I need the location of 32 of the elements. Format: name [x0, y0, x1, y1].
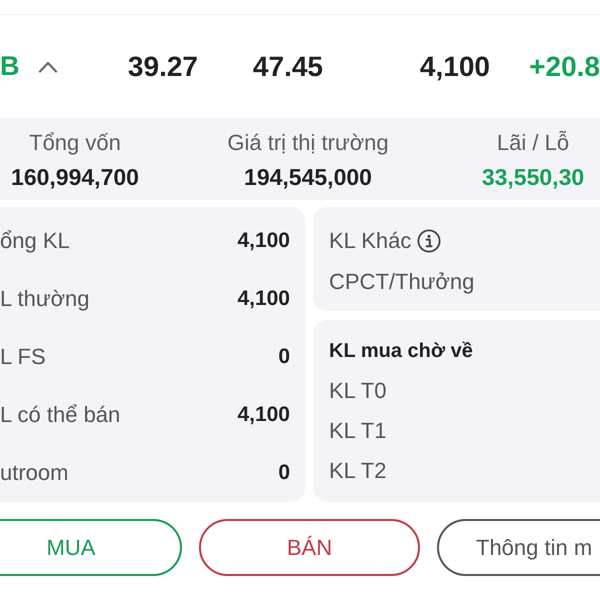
buy-button[interactable]: MUA [0, 519, 182, 576]
volume-value: 4,100 [237, 229, 290, 253]
other-volume-label: CPCT/Thưởng [329, 268, 474, 294]
table-cell-text: 39.27 [128, 50, 199, 82]
volume-value: 0 [278, 461, 290, 485]
volume-value: 4,100 [237, 287, 290, 311]
table-cell-text: 47.45 [252, 50, 324, 82]
pending-label: KL T0 [329, 377, 386, 405]
summary-label: Tổng vốn [29, 129, 121, 157]
summary-value: 160,994,700 [11, 163, 139, 192]
pending-title: KL mua chờ về [329, 339, 473, 364]
volume-label: L có thể bán [0, 402, 120, 428]
summary-value: 33,550,30 [482, 163, 584, 192]
summary-label: Giá trị thị trường [227, 129, 389, 157]
volume-label: utroom [0, 460, 68, 486]
volume-label: L FS [0, 344, 46, 370]
info-icon[interactable] [417, 228, 442, 252]
sell-button[interactable]: BÁN [199, 519, 420, 576]
volume-value: 4,100 [237, 403, 290, 427]
table-cell-text: 4,100 [420, 50, 491, 82]
caret-up-icon[interactable] [38, 60, 58, 72]
summary-label: Lãi / Lỗ [496, 129, 570, 157]
info-button[interactable]: Thông tin m [437, 519, 600, 576]
volume-value: 0 [278, 345, 290, 369]
pending-label: KL T2 [329, 457, 386, 485]
other-volume-label: KL Khác [329, 228, 412, 254]
stock-symbol: B [0, 51, 20, 82]
volume-label: L thường [0, 286, 90, 312]
volume-label: ổng KL [0, 228, 70, 254]
summary-value: 194,545,000 [244, 163, 372, 192]
change-value: +20.8 [529, 50, 600, 82]
pending-label: KL T1 [329, 417, 386, 445]
